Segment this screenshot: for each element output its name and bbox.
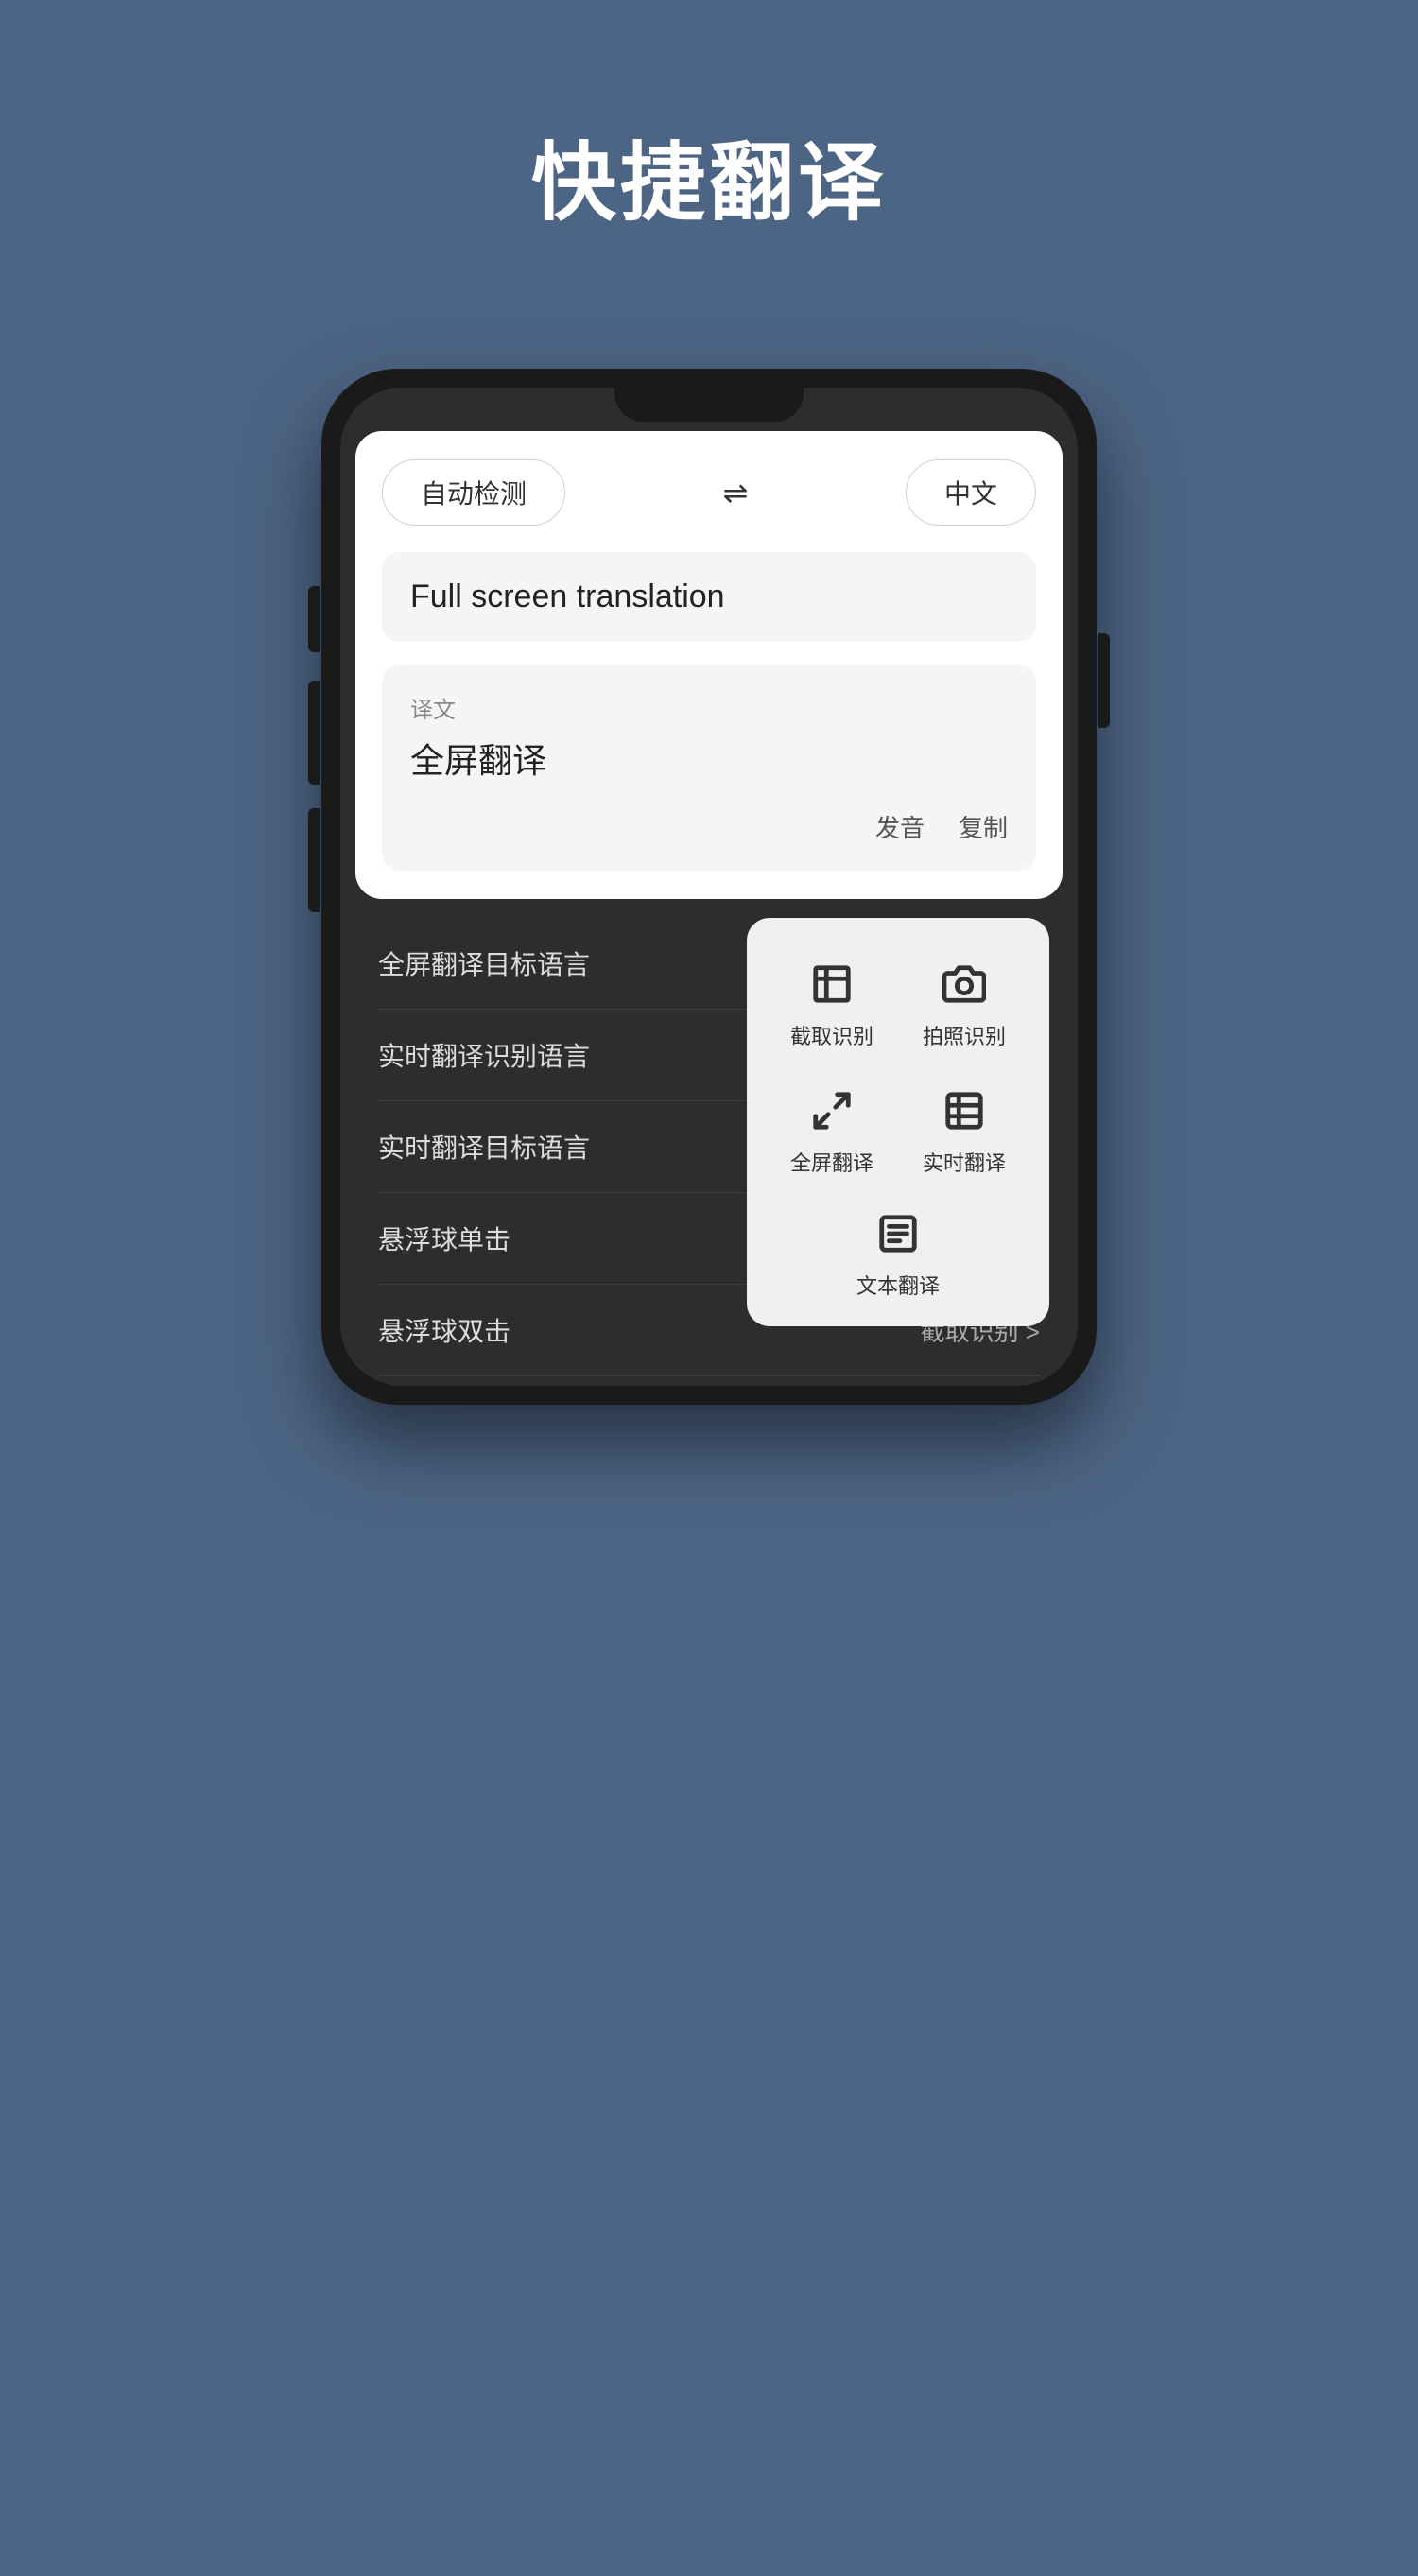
copy-button[interactable]: 复制 xyxy=(959,809,1008,844)
setting-label-fullscreen-target: 全屏翻译目标语言 xyxy=(378,944,590,982)
photo-recognize-label: 拍照识别 xyxy=(923,1020,1006,1050)
setting-label-float-single: 悬浮球单击 xyxy=(378,1219,510,1257)
fullscreen-icon xyxy=(805,1084,858,1137)
realtime-translate-label: 实时翻译 xyxy=(923,1147,1006,1177)
text-translate-icon xyxy=(872,1207,925,1260)
translation-card: 自动检测 ⇌ 中文 Full screen translation 译文 全屏翻… xyxy=(355,431,1063,899)
quick-item-fullscreen-translate[interactable]: 全屏翻译 xyxy=(766,1067,898,1194)
source-language-button[interactable]: 自动检测 xyxy=(382,459,565,526)
phone-frame: 自动检测 ⇌ 中文 Full screen translation 译文 全屏翻… xyxy=(321,369,1097,1405)
volume-down-button xyxy=(308,808,320,912)
quick-action-popup: 截取识别 拍照识别 xyxy=(747,918,1049,1326)
quick-item-text-translate[interactable]: 文本翻译 xyxy=(766,1194,1030,1304)
phone-notch xyxy=(614,388,804,422)
target-language-button[interactable]: 中文 xyxy=(906,459,1036,526)
fullscreen-translate-label: 全屏翻译 xyxy=(790,1147,873,1177)
translation-actions: 发音 复制 xyxy=(410,809,1008,844)
phone-screen: 自动检测 ⇌ 中文 Full screen translation 译文 全屏翻… xyxy=(340,388,1078,1386)
setting-label-realtime-source: 实时翻译识别语言 xyxy=(378,1036,590,1074)
crop-recognize-label: 截取识别 xyxy=(790,1020,873,1050)
realtime-icon xyxy=(938,1084,991,1137)
page-title: 快捷翻译 xyxy=(531,113,887,236)
settings-area: 全屏翻译目标语言 中文 > 实时翻译识别语言 实时翻译目标语言 悬浮球单击 功能… xyxy=(340,899,1078,1386)
translation-text: 全屏翻译 xyxy=(410,734,1008,783)
pronounce-button[interactable]: 发音 xyxy=(875,809,925,844)
volume-up-button xyxy=(308,681,320,785)
quick-item-photo-recognize[interactable]: 拍照识别 xyxy=(898,941,1030,1067)
crop-icon xyxy=(805,958,858,1011)
quick-item-crop-recognize[interactable]: 截取识别 xyxy=(766,941,898,1067)
quick-item-realtime-translate[interactable]: 实时翻译 xyxy=(898,1067,1030,1194)
translation-label: 译文 xyxy=(410,691,1008,724)
silent-button xyxy=(308,586,320,652)
language-selector-row: 自动检测 ⇌ 中文 xyxy=(382,459,1036,526)
translation-result-box: 译文 全屏翻译 发音 复制 xyxy=(382,665,1036,871)
text-translate-label: 文本翻译 xyxy=(856,1270,940,1300)
power-button xyxy=(1098,633,1110,728)
phone-mockup: 自动检测 ⇌ 中文 Full screen translation 译文 全屏翻… xyxy=(321,369,1097,1405)
source-text-box[interactable]: Full screen translation xyxy=(382,552,1036,642)
setting-label-realtime-target: 实时翻译目标语言 xyxy=(378,1128,590,1166)
setting-label-float-double: 悬浮球双击 xyxy=(378,1311,510,1349)
camera-icon xyxy=(938,958,991,1011)
source-text: Full screen translation xyxy=(410,579,1008,615)
swap-language-icon[interactable]: ⇌ xyxy=(723,475,749,510)
